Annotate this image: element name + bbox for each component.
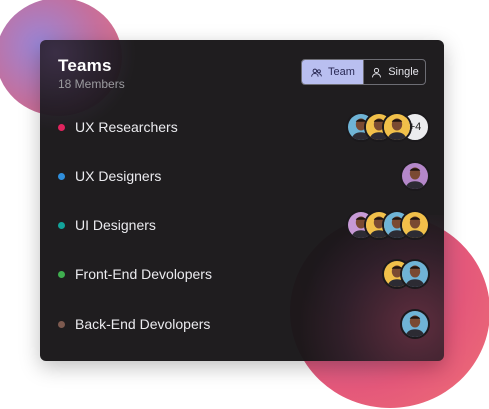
avatar [400,161,430,191]
team-color-dot [58,320,65,328]
team-row[interactable]: Front-End Devolopers [58,256,430,292]
team-toggle-button[interactable]: Team [302,60,363,84]
view-toggle: Team Single [301,59,426,85]
avatar [400,210,430,240]
avatar-stack[interactable]: +4 [346,112,430,142]
team-row[interactable]: UX Designers [58,158,430,194]
avatar [400,259,430,289]
single-toggle-button[interactable]: Single [363,60,425,84]
card-title: Teams [58,56,112,75]
member-count: 18 Members [58,77,125,91]
team-row[interactable]: UX Researchers +4 [58,109,430,145]
avatar-stack[interactable] [400,161,430,191]
team-name: Front-End Devolopers [75,266,212,282]
team-name: Back-End Devolopers [75,316,211,332]
team-toggle-label: Team [328,66,355,78]
team-name: UX Designers [75,168,162,184]
group-icon [311,68,322,77]
avatar-stack[interactable] [400,309,430,339]
team-row[interactable]: UI Designers [58,207,430,243]
person-icon [372,67,382,77]
avatar [400,309,430,339]
avatar [382,112,412,142]
team-row[interactable]: Back-End Devolopers [58,306,430,342]
team-color-dot [58,123,65,131]
team-color-dot [58,270,65,278]
team-name: UX Researchers [75,119,178,135]
avatar-stack[interactable] [382,259,430,289]
team-color-dot [58,172,65,180]
team-name: UI Designers [75,217,156,233]
team-color-dot [58,221,65,229]
single-toggle-label: Single [388,66,419,78]
teams-card: Teams 18 Members Team Single UX Research… [40,40,444,361]
avatar-stack[interactable] [346,210,430,240]
